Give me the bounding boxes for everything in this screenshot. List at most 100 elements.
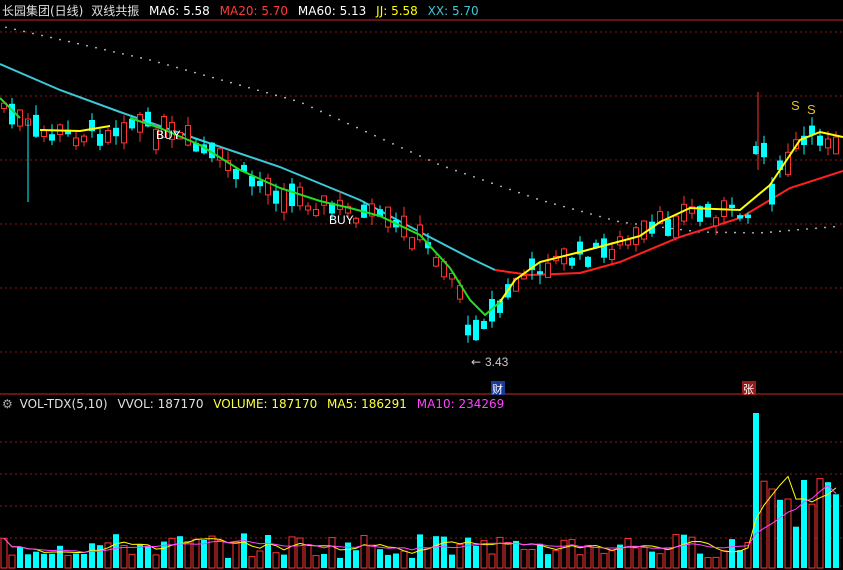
volume-bar-up[interactable] [552,550,560,569]
candle[interactable] [121,115,127,150]
candle[interactable] [369,198,375,225]
candle[interactable] [401,206,407,241]
volume-bar-up[interactable] [672,533,680,569]
volume-bar-down[interactable] [41,553,47,568]
volume-bar-up[interactable] [632,547,640,569]
volume-bar-down[interactable] [833,494,839,568]
volume-bar-down[interactable] [337,557,343,568]
candle[interactable] [729,197,735,217]
candle[interactable] [409,236,415,251]
volume-bar-up[interactable] [216,539,224,569]
volume-bar-up[interactable] [120,545,128,569]
volume-bar-up[interactable] [8,554,16,569]
candle[interactable] [33,105,39,138]
volume-bar-up[interactable] [488,553,496,569]
volume-bar-down[interactable] [145,545,151,568]
volume-bar-up[interactable] [568,539,576,569]
volume-bar-up[interactable] [368,544,376,569]
volume-bar-down[interactable] [513,540,519,568]
candle[interactable] [73,131,79,150]
volume-bar-down[interactable] [353,550,359,568]
volume-bar-down[interactable] [25,554,31,568]
gear-icon[interactable]: ⚙ [2,397,13,411]
volume-bar-up[interactable] [584,544,592,569]
volume-bar-up[interactable] [576,554,584,569]
candle[interactable] [473,315,479,341]
volume-indicator-name[interactable]: VOL-TDX(5,10) [20,397,108,411]
volume-bar-up[interactable] [768,488,776,569]
volume-bar-up[interactable] [424,547,432,569]
volume-bar-down[interactable] [729,539,735,568]
volume-bar-down[interactable] [81,554,87,568]
candle[interactable] [417,215,423,243]
volume-bar-up[interactable] [184,541,192,569]
volume-bar-down[interactable] [345,542,351,569]
candle[interactable] [265,173,271,205]
volume-bar-up[interactable] [152,554,160,569]
candle[interactable] [569,256,575,269]
volume-bar-up[interactable] [656,553,664,569]
candle[interactable] [17,109,23,132]
candle[interactable] [297,182,303,211]
candlesticks[interactable] [1,92,839,343]
candle[interactable] [481,318,487,330]
volume-bar-up[interactable] [128,553,136,569]
volume-bar-up[interactable] [360,535,368,569]
volume-bar-down[interactable] [545,554,551,568]
candle[interactable] [537,262,543,285]
stock-chart[interactable]: BUY BUY S S ← 3.43 财 张 [0,0,843,570]
candle[interactable] [353,216,359,228]
volume-bar-up[interactable] [168,537,176,569]
volume-bar-up[interactable] [328,537,336,569]
candle[interactable] [289,178,295,213]
volume-bar-down[interactable] [241,533,247,568]
candle[interactable] [601,233,607,263]
candle[interactable] [625,235,631,250]
candle[interactable] [337,191,343,216]
candle[interactable] [137,111,143,142]
volume-bar-up[interactable] [208,535,216,569]
volume-bar-down[interactable] [649,551,655,568]
candle[interactable] [305,202,311,215]
volume-bar-up[interactable] [400,550,408,569]
volume-bar-up[interactable] [528,549,536,569]
volume-bar-down[interactable] [177,536,183,568]
volume-bar-up[interactable] [272,552,280,569]
volume-bar-down[interactable] [697,553,703,568]
volume-bar-up[interactable] [760,480,768,569]
volume-bar-down[interactable] [681,534,687,568]
candle[interactable] [545,253,551,279]
volume-bar-down[interactable] [473,545,479,568]
candle[interactable] [809,117,815,145]
volume-bar-up[interactable] [232,541,240,569]
volume-bar-down[interactable] [73,553,79,568]
volume-bar-up[interactable] [520,548,528,569]
volume-bar-down[interactable] [321,554,327,568]
volume-bar-down[interactable] [393,553,399,569]
volume-bar-up[interactable] [504,542,512,569]
volume-bar-down[interactable] [49,553,55,568]
volume-bar-down[interactable] [97,545,103,568]
volume-bar-down[interactable] [441,536,447,568]
volume-bar-down[interactable] [113,534,119,568]
candle[interactable] [113,120,119,145]
candle[interactable] [665,211,671,237]
volume-bar-up[interactable] [624,538,632,569]
volume-bar-up[interactable] [600,552,608,569]
volume-bar-down[interactable] [409,557,415,568]
candle[interactable] [57,123,63,143]
volume-bar-down[interactable] [777,499,783,568]
volume-bar-up[interactable] [296,537,304,569]
candle[interactable] [49,124,55,146]
volume-bar-up[interactable] [288,536,296,569]
candle[interactable] [577,236,583,260]
volume-bar-down[interactable] [385,554,391,568]
volume-bar-up[interactable] [0,537,8,569]
volume-bar-down[interactable] [433,536,439,568]
candle[interactable] [561,247,567,271]
volume-bar-down[interactable] [801,480,807,568]
volume-bar-up[interactable] [592,547,600,569]
candle[interactable] [801,126,807,155]
volume-bar-up[interactable] [496,536,504,569]
volume-bar-up[interactable] [608,550,616,569]
